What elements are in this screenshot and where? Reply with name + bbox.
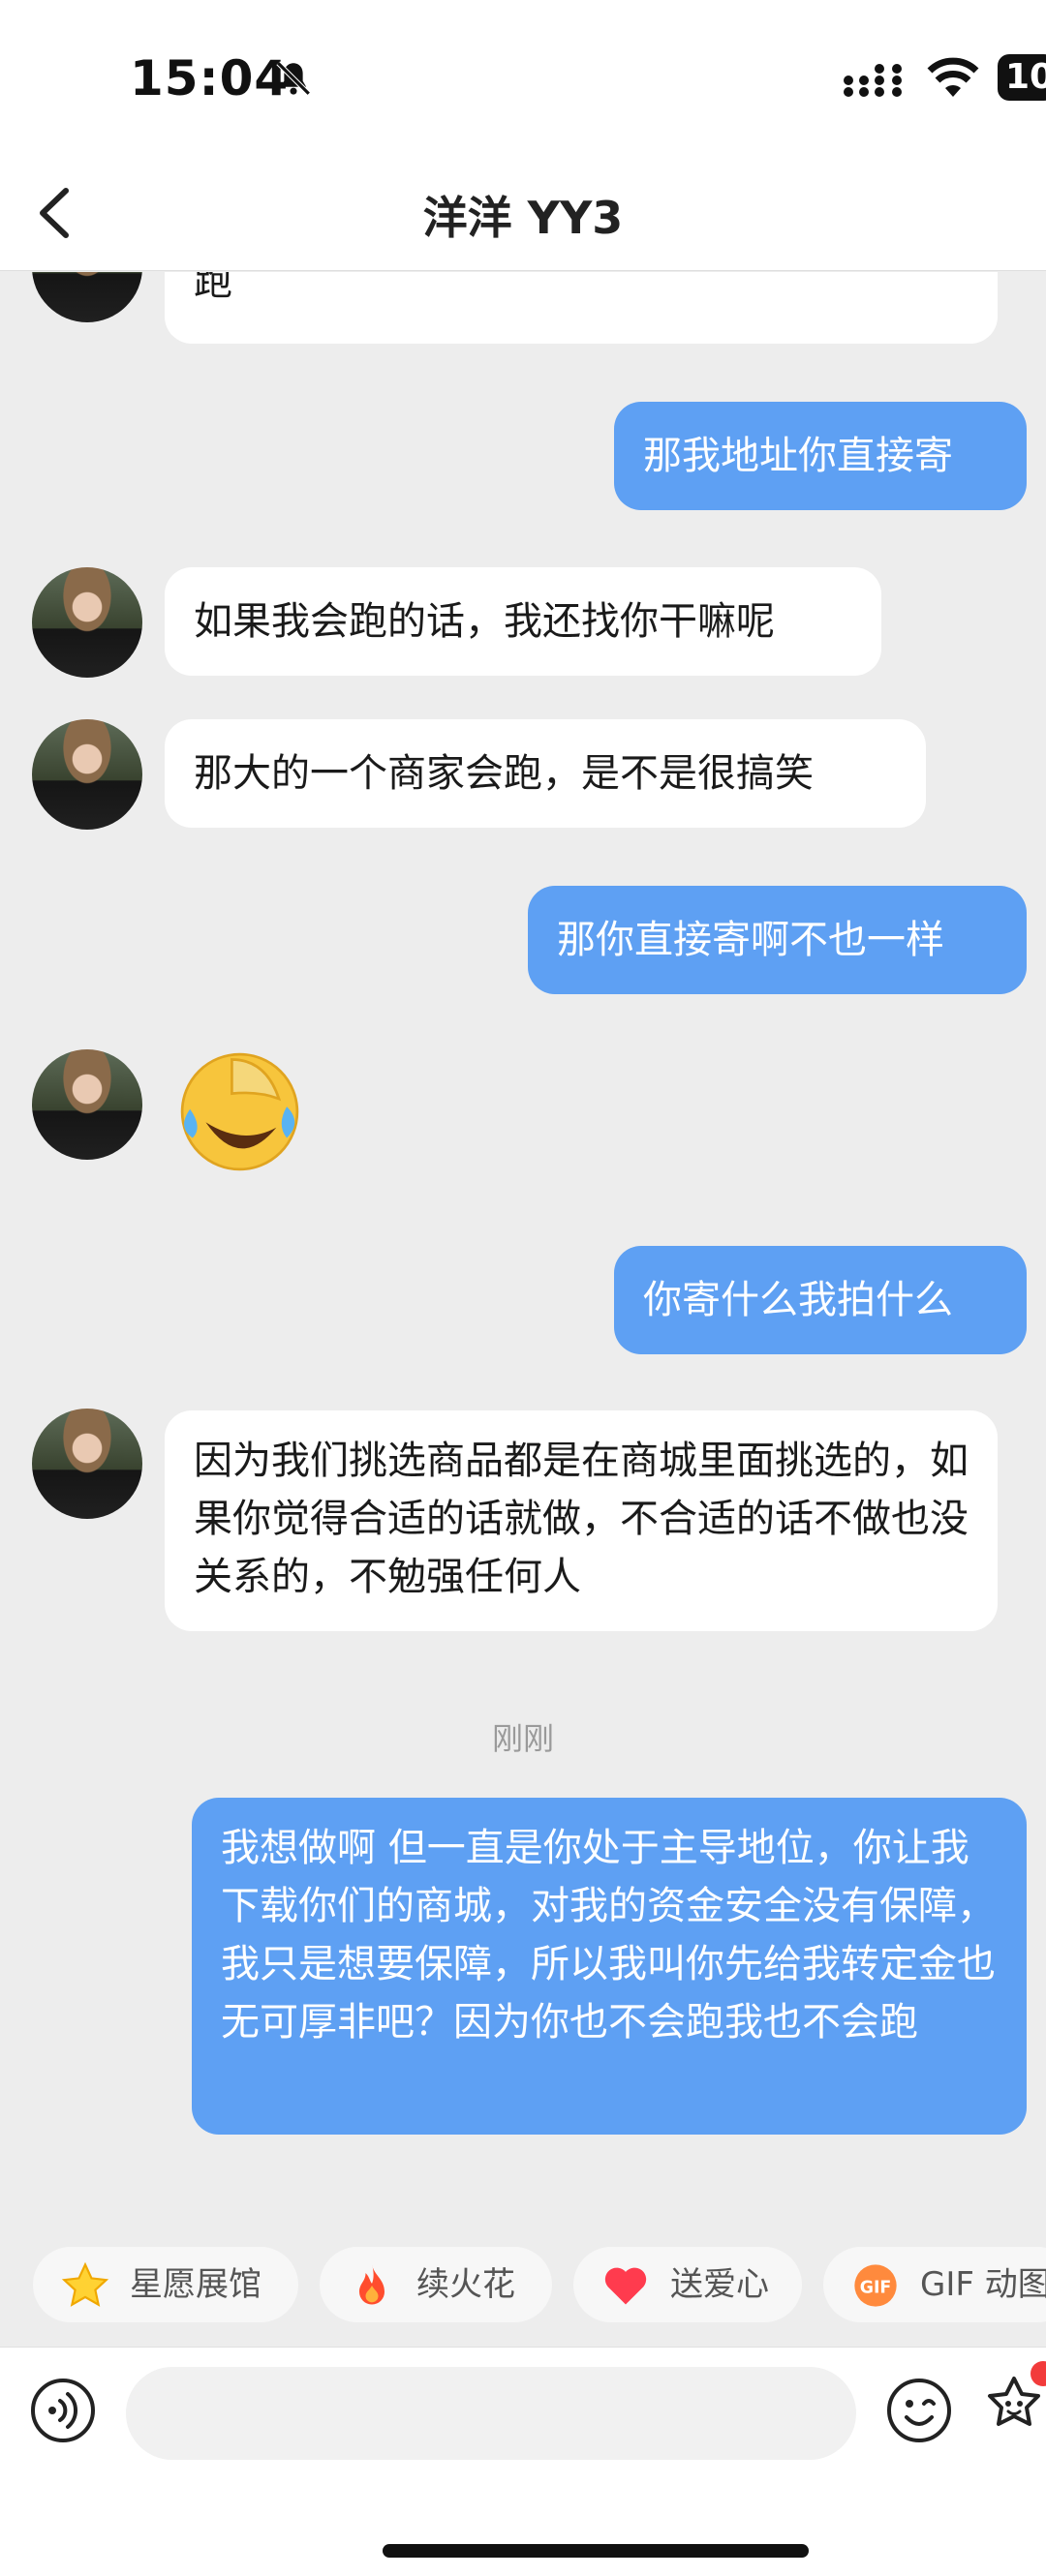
chip-star-gallery[interactable]: 星愿展馆 bbox=[33, 2247, 298, 2322]
chip-label: 星愿展馆 bbox=[130, 2265, 262, 2304]
message-bubble-outgoing[interactable]: 那你直接寄啊不也一样 bbox=[528, 886, 1027, 994]
status-time: 15:04 bbox=[130, 50, 290, 106]
wifi-icon bbox=[927, 57, 979, 97]
message-list[interactable]: 跑 那我地址你直接寄 如果我会跑的话，我还找你干嘛呢 那大的一个商家会跑，是不是… bbox=[0, 272, 1046, 2227]
message-timestamp: 刚刚 bbox=[491, 1720, 554, 1757]
voice-input-icon[interactable] bbox=[29, 2377, 97, 2444]
svg-text:GIF: GIF bbox=[860, 2279, 892, 2298]
emoji-icon[interactable] bbox=[885, 2377, 953, 2444]
contact-avatar[interactable] bbox=[32, 567, 142, 678]
star-icon bbox=[61, 2261, 109, 2307]
contact-avatar[interactable] bbox=[32, 719, 142, 830]
home-indicator bbox=[383, 2544, 809, 2558]
contact-avatar[interactable] bbox=[32, 1409, 142, 1519]
chip-label: 续火花 bbox=[416, 2265, 515, 2304]
cellular-signal-icon bbox=[844, 64, 902, 97]
message-bubble-outgoing[interactable]: 我想做啊 但一直是你处于主导地位，你让我下载你们的商城，对我的资金安全没有保障，… bbox=[192, 1798, 1027, 2135]
rolling-laughing-emoji-icon[interactable] bbox=[174, 1046, 305, 1177]
battery-indicator: 10 bbox=[998, 54, 1046, 101]
quick-actions-bar: 星愿展馆 续火花 送爱心 GIF GIF 动图 bbox=[0, 2237, 1046, 2334]
message-bubble-incoming[interactable]: 因为我们挑选商品都是在商城里面挑选的，如果你觉得合适的话就做，不合适的话不做也没… bbox=[165, 1410, 998, 1631]
chat-title: 洋洋 YY3 bbox=[422, 192, 624, 244]
gif-icon: GIF bbox=[854, 2264, 897, 2307]
chip-gif[interactable]: GIF GIF 动图 bbox=[823, 2247, 1046, 2322]
chip-label: GIF 动图 bbox=[920, 2265, 1046, 2304]
contact-avatar[interactable] bbox=[32, 272, 142, 322]
message-bubble-outgoing[interactable]: 那我地址你直接寄 bbox=[614, 402, 1027, 510]
fire-icon bbox=[359, 2264, 385, 2305]
message-bubble-incoming[interactable]: 那大的一个商家会跑，是不是很搞笑 bbox=[165, 719, 926, 828]
message-bubble-incoming[interactable]: 如果我会跑的话，我还找你干嘛呢 bbox=[165, 567, 881, 676]
chip-label: 送爱心 bbox=[670, 2265, 769, 2304]
input-bar bbox=[0, 2347, 1046, 2576]
message-bubble-outgoing[interactable]: 你寄什么我拍什么 bbox=[614, 1246, 1027, 1354]
contact-avatar[interactable] bbox=[32, 1049, 142, 1160]
message-input[interactable] bbox=[126, 2367, 856, 2460]
bell-muted-icon bbox=[276, 61, 311, 96]
heart-icon bbox=[604, 2267, 647, 2305]
chip-continue-spark[interactable]: 续火花 bbox=[320, 2247, 552, 2322]
chat-header: 洋洋 YY3 bbox=[0, 160, 1046, 271]
message-bubble-incoming[interactable]: 跑 bbox=[165, 272, 998, 344]
chip-send-heart[interactable]: 送爱心 bbox=[573, 2247, 802, 2322]
status-bar: 15:04 10 bbox=[0, 0, 1046, 160]
